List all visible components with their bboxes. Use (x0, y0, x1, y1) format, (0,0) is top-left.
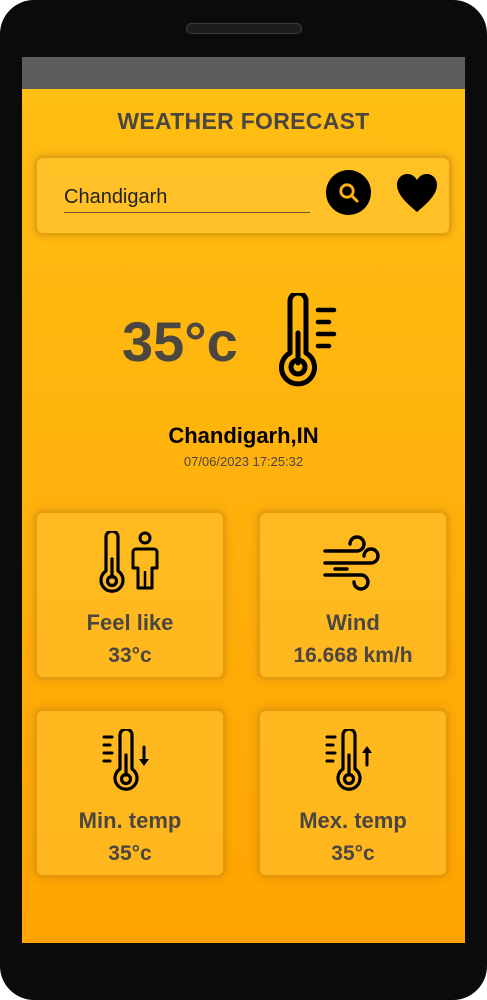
wind-value: 16.668 km/h (293, 644, 413, 667)
max-temp-label: Mex. temp (299, 808, 407, 833)
min-temp-card: Min. temp 35°c (37, 711, 223, 875)
min-temp-value: 35°c (108, 842, 152, 865)
status-bar (22, 57, 465, 89)
max-temp-value: 35°c (331, 842, 375, 865)
favorite-button[interactable] (394, 172, 440, 214)
thermometer-up-icon (325, 729, 372, 791)
min-temp-label: Min. temp (78, 808, 182, 833)
wind-icon (323, 535, 380, 591)
feels-like-label: Feel like (86, 610, 174, 635)
earpiece-speaker (186, 23, 302, 34)
app-title: WEATHER FORECAST (117, 108, 370, 134)
feels-like-value: 33°c (108, 644, 152, 667)
heart-icon (397, 174, 437, 212)
search-panel (37, 158, 449, 233)
feels-like-card: Feel like 33°c (37, 513, 223, 677)
max-temp-card: Mex. temp 35°c (260, 711, 446, 875)
city-search-input[interactable] (64, 182, 310, 213)
current-temperature: 35°c (122, 310, 238, 373)
thermometer-person-icon (99, 531, 159, 593)
phone-bottom-bezel (0, 943, 487, 1000)
search-button[interactable] (326, 170, 371, 215)
wind-label: Wind (326, 610, 380, 635)
city-name: Chandigarh,IN (168, 423, 319, 448)
app-screen: WEATHER FORECAST 35°c (22, 57, 465, 943)
thermometer-icon (279, 290, 337, 387)
phone-frame: WEATHER FORECAST 35°c (0, 0, 487, 1000)
thermometer-down-icon (102, 729, 149, 791)
current-weather-icon (272, 290, 342, 398)
wind-card: Wind 16.668 km/h (260, 513, 446, 677)
search-icon (338, 182, 358, 202)
date-time: 07/06/2023 17:25:32 (183, 454, 304, 469)
